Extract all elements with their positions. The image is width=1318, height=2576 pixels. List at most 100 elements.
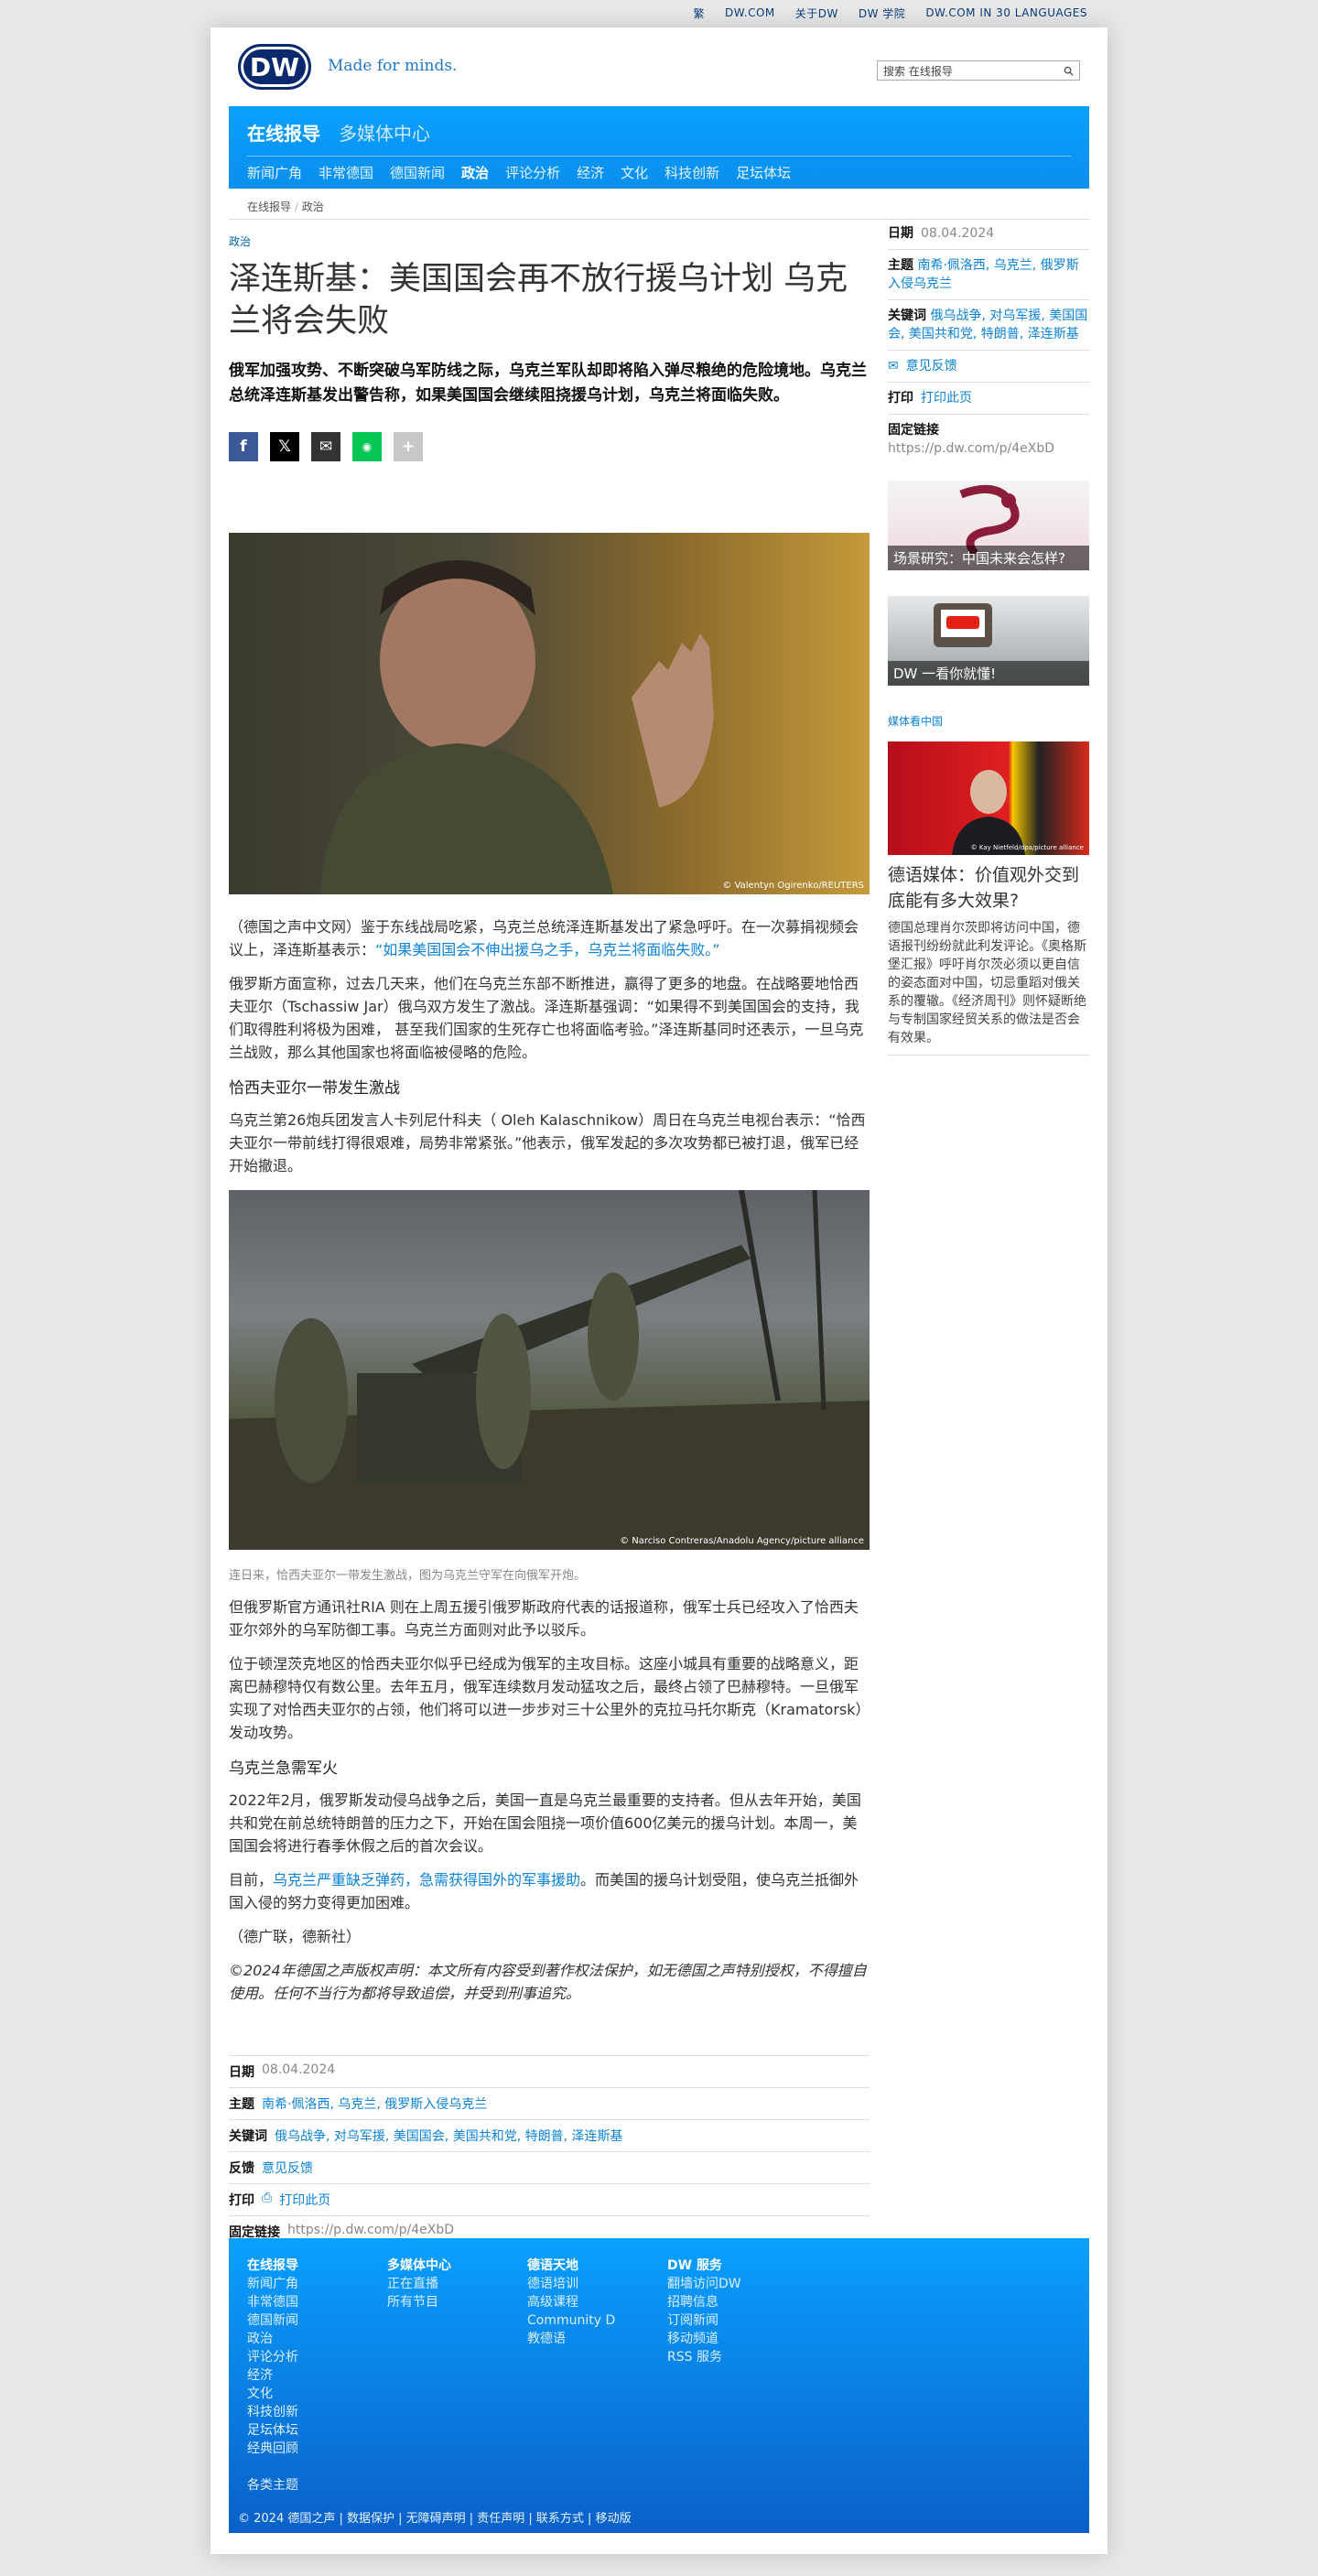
meta-topic-links[interactable]: 南希·佩洛西, 乌克兰, 俄罗斯入侵乌克兰 (888, 258, 1079, 291)
footer-link[interactable]: 所有节目 (387, 2293, 451, 2311)
meta-date-label: 日期 (229, 2065, 254, 2080)
footer-link[interactable]: 翻墙访问DW (667, 2275, 741, 2293)
nav-item-commentary[interactable]: 评论分析 (505, 163, 560, 182)
nav-item-economy[interactable]: 经济 (577, 163, 604, 182)
facebook-share-icon[interactable]: f (229, 432, 258, 461)
meta-keyword-links[interactable]: 俄乌战争, 对乌军援, 美国国会, 美国共和党, 特朗普, 泽连斯基 (275, 2127, 623, 2145)
paragraph-text: 目前， (229, 1871, 274, 1889)
footer-link[interactable]: 德国新闻 (247, 2311, 298, 2330)
article-subheading: 恰西夫亚尔一带发生激战 (229, 1079, 400, 1098)
feedback-icon[interactable]: ✉ (888, 357, 899, 375)
footer-col-german: 德语天地 德语培训 高级课程 Community D 教德语 (527, 2257, 615, 2348)
zelensky-photo (320, 560, 714, 894)
teaser-china-future[interactable]: 场景研究：中国未来会怎样? (888, 481, 1089, 570)
article-title: 泽连斯基：美国国会再不放行援乌计划 乌克兰将会失败 (229, 261, 848, 340)
footer-link[interactable]: 非常德国 (247, 2293, 298, 2311)
share-bar: f 𝕏 ✉ ◉ + (229, 432, 870, 461)
article-paragraph: 2022年2月，俄罗斯发动侵乌战争之后，美国一直是乌克兰最重要的支持者。但从去年… (229, 1791, 861, 1855)
footer-link[interactable]: 教德语 (527, 2330, 615, 2348)
footer-legal-links[interactable]: © 2024 德国之声 | 数据保护 | 无障碍声明 | 责任声明 | 联系方式… (238, 2508, 632, 2526)
breadcrumb-item-politics[interactable]: 政治 (302, 200, 324, 213)
print-link[interactable]: 打印此页 (921, 389, 972, 407)
footer-link[interactable]: 足坛体坛 (247, 2421, 298, 2440)
image-credit: © Narciso Contreras/Anadolu Agency/pictu… (620, 1536, 864, 1546)
copyright-notice: ©2024年德国之声版权声明：本文所有内容受到著作权法保护，如无德国之声特别授权… (229, 1962, 867, 2002)
topbar-link-academy[interactable]: DW 学院 (859, 5, 905, 21)
site-footer: 在线报导 新闻广角 非常德国 德国新闻 政治 评论分析 经济 文化 科技创新 足… (229, 2238, 1089, 2533)
inline-link[interactable]: 乌克兰严重缺乏弹药，急需获得国外的军事援助 (273, 1871, 580, 1889)
print-link[interactable]: 打印此页 (279, 2191, 330, 2209)
footer-link[interactable]: 政治 (247, 2330, 298, 2348)
footer-heading[interactable]: DW 服务 (667, 2257, 741, 2275)
nav-tab-online[interactable]: 在线报导 (247, 119, 320, 146)
inline-link[interactable]: “如果美国国会不伸出援乌之手，乌克兰将面临失败。” (375, 941, 720, 958)
footer-heading[interactable]: 德语天地 (527, 2257, 615, 2275)
footer-link[interactable]: 文化 (247, 2385, 298, 2403)
image-credit: © Kay Nietfeld/dpa/picture alliance (970, 844, 1084, 851)
dw-logo[interactable]: DW (238, 44, 311, 90)
footer-link[interactable]: 订阅新闻 (667, 2311, 741, 2330)
nav-item-german-news[interactable]: 德国新闻 (390, 163, 445, 182)
more-share-icon[interactable]: + (394, 432, 423, 461)
article-paragraph: （德国之声中文网）鉴于东线战局吃紧，乌克兰总统泽连斯基发出了紧急呼吁。在一次募捐… (229, 915, 870, 961)
site-header: DW Made for minds. 搜索 在线报导 (238, 44, 1080, 99)
topbar-link-traditional[interactable]: 繁 (694, 5, 706, 21)
footer-heading[interactable]: 在线报导 (247, 2257, 298, 2275)
media-china-title[interactable]: 德语媒体：价值观外交到底能有多大效果? (888, 862, 1089, 914)
footer-link[interactable]: 经济 (247, 2366, 298, 2385)
article: 政治 泽连斯基：美国国会再不放行援乌计划 乌克兰将会失败 俄军加强攻势、不断突破… (229, 233, 870, 2248)
footer-link[interactable]: Community D (527, 2311, 615, 2330)
nav-tab-multimedia[interactable]: 多媒体中心 (339, 119, 430, 146)
teaser-title: DW 一看你就懂! (888, 661, 1089, 686)
article-paragraph: 但俄罗斯官方通讯社RIA 则在上周五援引俄罗斯政府代表的话报道称，俄军士兵已经攻… (229, 1598, 859, 1639)
topbar-link-dwcom[interactable]: DW.COM (725, 6, 775, 19)
footer-link[interactable]: 正在直播 (387, 2275, 451, 2293)
print-icon[interactable]: ⎙ (262, 2191, 272, 2209)
footer-link[interactable]: 招聘信息 (667, 2293, 741, 2311)
nav-item-science[interactable]: 科技创新 (664, 163, 719, 182)
article-image-zelensky[interactable]: © Valentyn Ogirenko/REUTERS (229, 533, 870, 894)
media-china-summary: 德国总理肖尔茨即将访问中国，德语报刊纷纷就此利发评论。《奥格斯堡汇报》呼吁肖尔茨… (888, 919, 1089, 1055)
media-china-image[interactable]: © Kay Nietfeld/dpa/picture alliance (888, 741, 1089, 855)
footer-link[interactable]: 德语培训 (527, 2275, 615, 2293)
footer-link[interactable]: 科技创新 (247, 2403, 298, 2421)
sidebar: 日期 08.04.2024 主题 南希·佩洛西, 乌克兰, 俄罗斯入侵乌克兰 关键… (888, 218, 1089, 1055)
line-share-icon[interactable]: ◉ (352, 432, 382, 461)
footer-link[interactable]: RSS 服务 (667, 2348, 741, 2366)
topbar-link-languages[interactable]: DW.COM IN 30 LANGUAGES (925, 6, 1087, 19)
topbar-link-about[interactable]: 关于DW (795, 5, 838, 21)
footer-link-all-topics[interactable]: 各类主题 (247, 2476, 298, 2495)
permalink[interactable]: https://p.dw.com/p/4eXbD (888, 441, 1054, 456)
article-kicker[interactable]: 政治 (229, 233, 870, 249)
nav-item-sports[interactable]: 足坛体坛 (736, 163, 791, 182)
article-paragraph: 位于顿涅茨克地区的恰西夫亚尔似乎已经成为俄军的主攻目标。这座小城具有重要的战略意… (229, 1655, 863, 1741)
section-heading-media-china[interactable]: 媒体看中国 (888, 713, 1089, 729)
article-meta-bottom: 日期 08.04.2024 主题 南希·佩洛西, 乌克兰, 俄罗斯入侵乌克兰 关键词… (229, 2055, 870, 2248)
meta-topic-links[interactable]: 南希·佩洛西, 乌克兰, 俄罗斯入侵乌克兰 (262, 2094, 487, 2113)
feedback-link[interactable]: 意见反馈 (262, 2159, 313, 2177)
nav-item-news[interactable]: 新闻广角 (247, 163, 302, 182)
teaser-dw-explainer[interactable]: DW 一看你就懂! (888, 596, 1089, 686)
nav-item-germany[interactable]: 非常德国 (319, 163, 373, 182)
nav-item-politics[interactable]: 政治 (461, 163, 489, 182)
search-input[interactable]: 搜索 在线报导 (877, 60, 1080, 81)
feedback-link[interactable]: 意见反馈 (906, 357, 957, 375)
footer-link[interactable]: 经典回顾 (247, 2440, 298, 2458)
article-image-artillery[interactable]: © Narciso Contreras/Anadolu Agency/pictu… (229, 1190, 870, 1550)
footer-link[interactable]: 高级课程 (527, 2293, 615, 2311)
footer-link[interactable]: 移动频道 (667, 2330, 741, 2348)
search-placeholder: 搜索 在线报导 (883, 64, 953, 78)
email-share-icon[interactable]: ✉ (311, 432, 340, 461)
nav-item-culture[interactable]: 文化 (621, 163, 648, 182)
main-navigation: 在线报导 多媒体中心 新闻广角 非常德国 德国新闻 政治 评论分析 经济 文化 … (229, 106, 1089, 189)
search-icon[interactable] (1064, 66, 1074, 76)
scholz-photo (952, 770, 1025, 855)
footer-link[interactable]: 评论分析 (247, 2348, 298, 2366)
footer-heading[interactable]: 多媒体中心 (387, 2257, 451, 2275)
artillery-photo (229, 1190, 870, 1550)
footer-link[interactable]: 新闻广角 (247, 2275, 298, 2293)
breadcrumb-item-online[interactable]: 在线报导 (247, 200, 291, 213)
meta-keywords-label: 关键词 (888, 308, 926, 323)
top-utility-bar: 繁 DW.COM 关于DW DW 学院 DW.COM IN 30 LANGUAG… (0, 0, 1318, 26)
x-share-icon[interactable]: 𝕏 (270, 432, 299, 461)
